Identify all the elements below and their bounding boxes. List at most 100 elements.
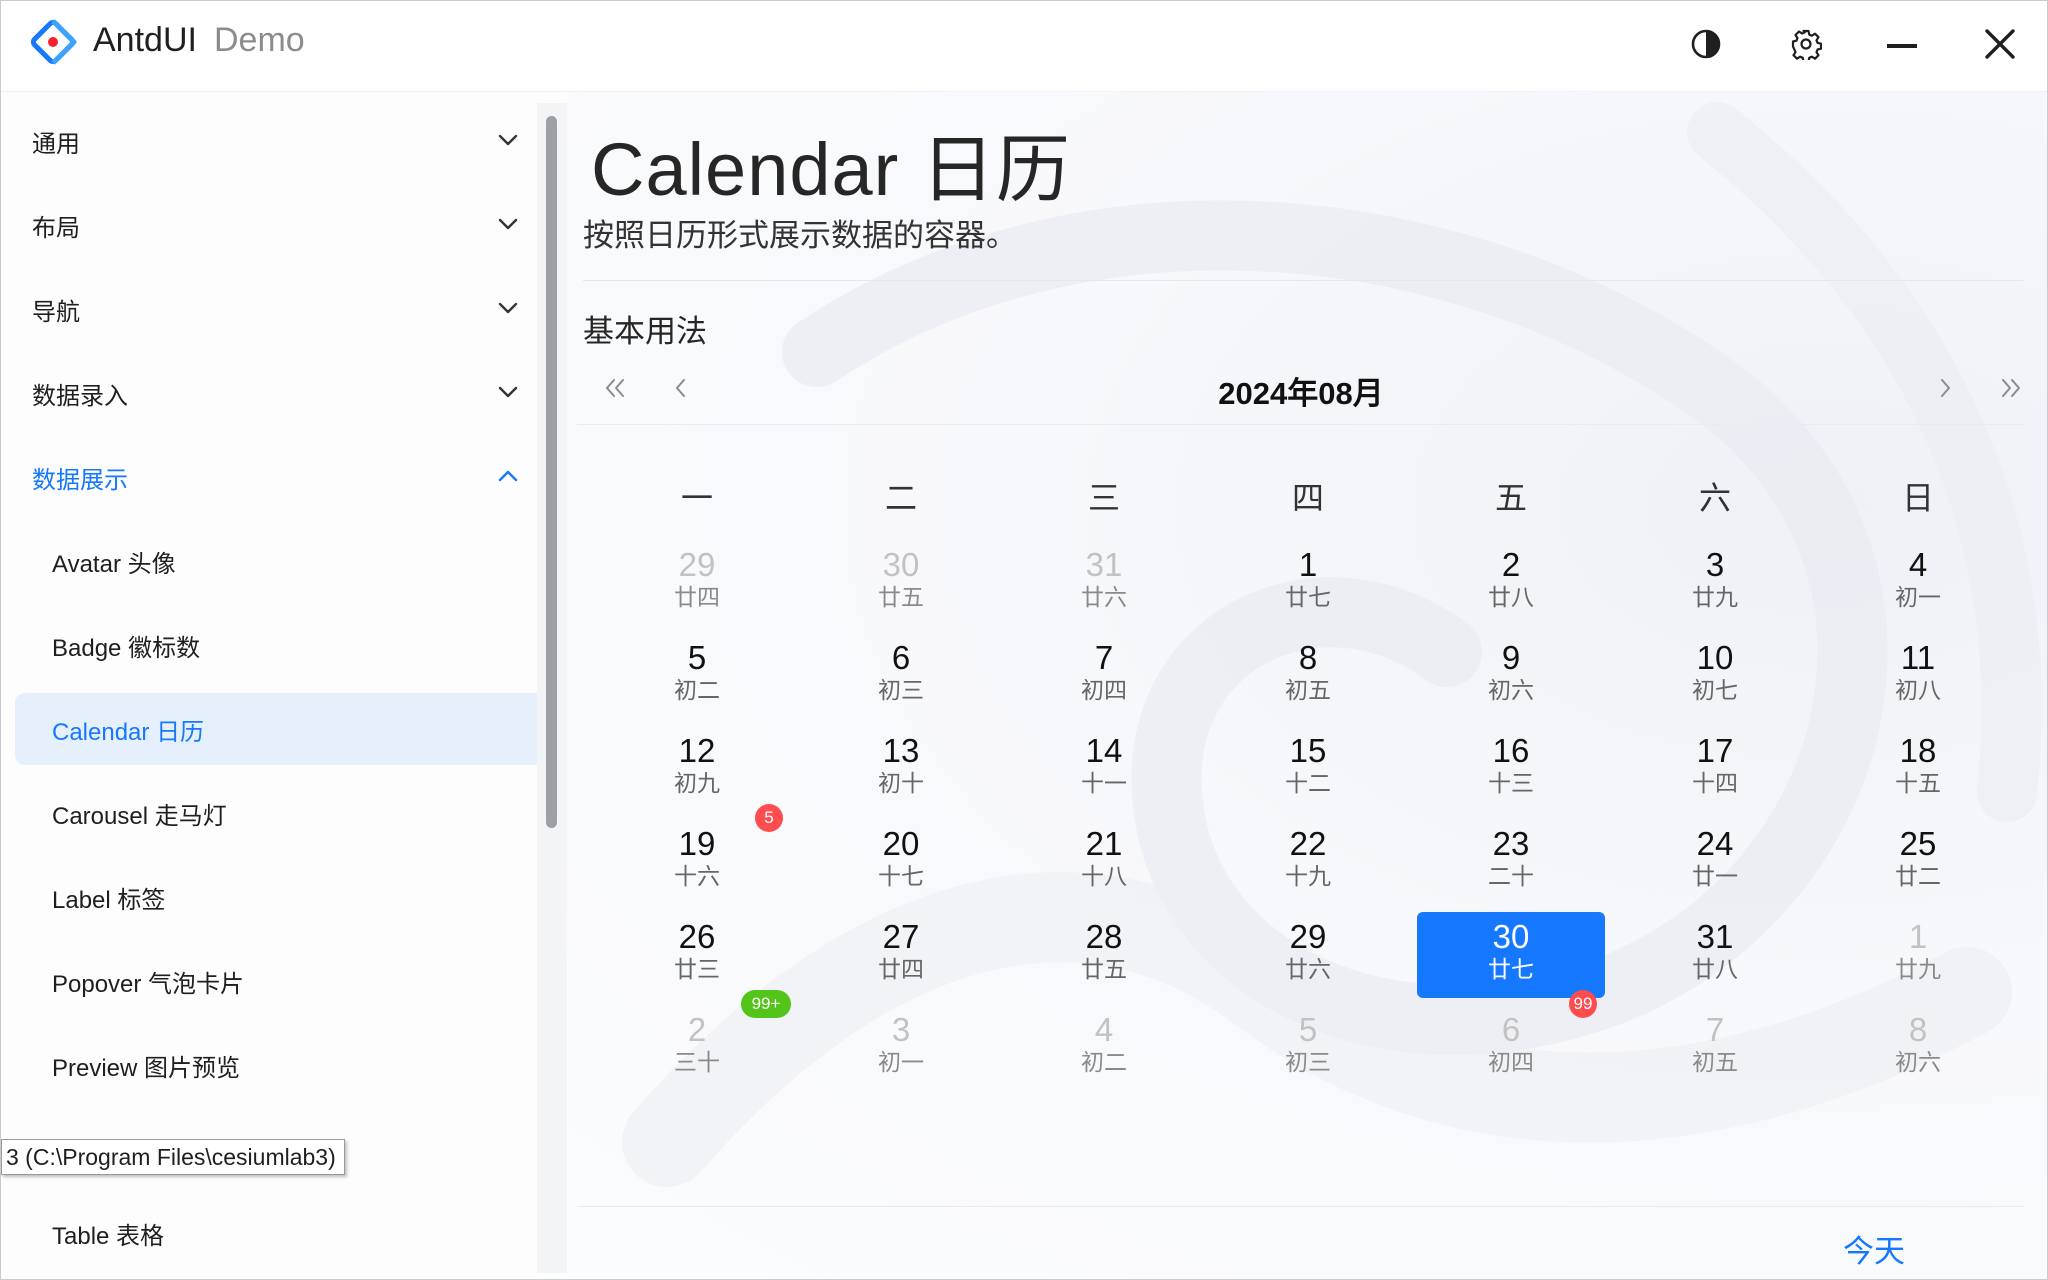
calendar-day-cell[interactable]: 16 十三 [1417,726,1605,812]
sidebar-group-navigation[interactable]: 导航 [15,273,565,345]
calendar-day-cell[interactable]: 31 廿六 [1010,540,1198,626]
theme-toggle-button[interactable] [1681,19,1731,69]
day-number: 31 [1085,546,1123,583]
day-number: 4 [1908,546,1928,583]
page-description: 按照日历形式展示数据的容器。 [583,218,1017,253]
calendar-day-cell[interactable]: 8 初五 [1214,633,1402,719]
gear-icon [1791,29,1822,60]
day-number: 1 [1298,546,1318,583]
lunar-date: 廿三 [674,956,720,982]
calendar-day-cell[interactable]: 9 初六 [1417,633,1605,719]
lunar-date: 十六 [674,863,720,889]
calendar-day-cell[interactable]: 5 初三 [1214,1005,1402,1091]
sidebar-item-calendar[interactable]: Calendar 日历 [15,693,565,765]
calendar-month-label[interactable]: 2024年08月 [577,368,2025,413]
calendar-day-cell[interactable]: 3 廿九 [1621,540,1809,626]
minimize-button[interactable] [1877,19,1927,69]
calendar-day-cell[interactable]: 29 廿四 [603,540,791,626]
sidebar-item-popover[interactable]: Popover 气泡卡片 [15,945,565,1017]
lunar-date: 十五 [1895,770,1941,796]
tooltip: 3 (C:\Program Files\cesiumlab3) [1,1139,345,1175]
calendar-day-cell[interactable]: 24 廿一 [1621,819,1809,905]
calendar-day-cell[interactable]: 3 初一 [807,1005,995,1091]
sidebar-item-label-tag[interactable]: Label 标签 [15,861,565,933]
calendar-day-cell[interactable]: 27 廿四 [807,912,995,998]
chevron-down-icon [498,218,518,230]
divider [583,280,2023,281]
calendar-day-cell[interactable]: 28 廿五 [1010,912,1198,998]
calendar-day-cell[interactable]: 1 廿七 [1214,540,1402,626]
calendar-day-cell[interactable]: 6 初四 [1417,1005,1605,1091]
calendar-day-cell[interactable]: 4 初二 [1010,1005,1198,1091]
calendar-day-cell[interactable]: 11 初八 [1824,633,2012,719]
calendar-day-cell[interactable]: 21 十八 [1010,819,1198,905]
lunar-date: 初六 [1895,1049,1941,1075]
calendar-day-cell[interactable]: 15 十二 [1214,726,1402,812]
lunar-date: 初三 [878,677,924,703]
day-number: 4 [1094,1011,1114,1048]
calendar-day-cell[interactable]: 22 十九 [1214,819,1402,905]
antdui-logo-icon [30,19,77,65]
calendar-day-cell[interactable]: 20 十七 [807,819,995,905]
calendar-day-cell[interactable]: 14 十一 [1010,726,1198,812]
sidebar-group-data-entry[interactable]: 数据录入 [15,357,565,429]
calendar-day-cell[interactable]: 25 廿二 [1824,819,2012,905]
calendar-footer-divider [577,1206,2025,1207]
lunar-date: 廿七 [1488,956,1534,982]
calendar-day-cell[interactable]: 2 三十 [603,1005,791,1091]
calendar-day-cell[interactable]: 13 初十 [807,726,995,812]
calendar-day-cell[interactable]: 5 初二 [603,633,791,719]
app-window: AntdUI Demo 通用 布局 导航 数据录入 数据展示 Avatar 头像… [0,0,2048,1280]
calendar-day-cell[interactable]: 6 初三 [807,633,995,719]
day-number: 19 [678,825,716,862]
sidebar-item-badge[interactable]: Badge 徽标数 [15,609,565,681]
lunar-date: 廿五 [1081,956,1127,982]
day-number: 6 [1501,1011,1521,1048]
calendar-day-cell[interactable]: 26 廿三 [603,912,791,998]
next-year-button[interactable] [1993,370,2029,406]
sidebar-item-preview[interactable]: Preview 图片预览 [15,1029,565,1101]
calendar-day-cell[interactable]: 10 初七 [1621,633,1809,719]
close-button[interactable] [1975,19,2025,69]
sidebar-group-label: 布局 [32,214,80,242]
weekday-header: 三 [1087,479,1120,517]
day-number: 18 [1899,732,1937,769]
minimize-icon [1887,44,1917,48]
chevron-down-icon [498,302,518,314]
sidebar-item-label: Preview 图片预览 [52,1054,241,1082]
calendar-day-cell[interactable]: 1 廿九 [1824,912,2012,998]
day-number: 1 [1908,918,1928,955]
sidebar-group-data-display[interactable]: 数据展示 [15,441,565,513]
calendar-day-cell-selected[interactable]: 30 廿七 [1417,912,1605,998]
calendar-day-cell[interactable]: 2 廿八 [1417,540,1605,626]
next-month-button[interactable] [1927,370,1963,406]
calendar-day-cell[interactable]: 29 廿六 [1214,912,1402,998]
day-number: 25 [1899,825,1937,862]
day-number: 6 [891,639,911,676]
settings-button[interactable] [1781,19,1831,69]
today-button[interactable]: 今天 [1843,1226,1905,1271]
calendar-day-cell[interactable]: 4 初一 [1824,540,2012,626]
lunar-date: 廿四 [878,956,924,982]
calendar-day-cell[interactable]: 7 初五 [1621,1005,1809,1091]
calendar-day-cell[interactable]: 31 廿八 [1621,912,1809,998]
sidebar-item-table[interactable]: Table 表格 [15,1197,565,1269]
sidebar-group-label: 数据录入 [32,382,128,410]
calendar-day-cell[interactable]: 17 十四 [1621,726,1809,812]
day-number: 13 [882,732,920,769]
sidebar-group-layout[interactable]: 布局 [15,189,565,261]
calendar-day-cell[interactable]: 23 二十 [1417,819,1605,905]
sidebar-scrollbar-thumb[interactable] [546,116,557,828]
calendar-day-cell[interactable]: 18 十五 [1824,726,2012,812]
lunar-date: 三十 [674,1049,720,1075]
calendar-day-cell[interactable]: 30 廿五 [807,540,995,626]
calendar-day-cell[interactable]: 19 十六 [603,819,791,905]
sidebar-item-carousel[interactable]: Carousel 走马灯 [15,777,565,849]
sidebar-item-avatar[interactable]: Avatar 头像 [15,525,565,597]
calendar-day-cell[interactable]: 8 初六 [1824,1005,2012,1091]
lunar-date: 初三 [1285,1049,1331,1075]
sidebar-group-general[interactable]: 通用 [15,105,565,177]
lunar-date: 初四 [1081,677,1127,703]
calendar-day-cell[interactable]: 12 初九 [603,726,791,812]
calendar-day-cell[interactable]: 7 初四 [1010,633,1198,719]
